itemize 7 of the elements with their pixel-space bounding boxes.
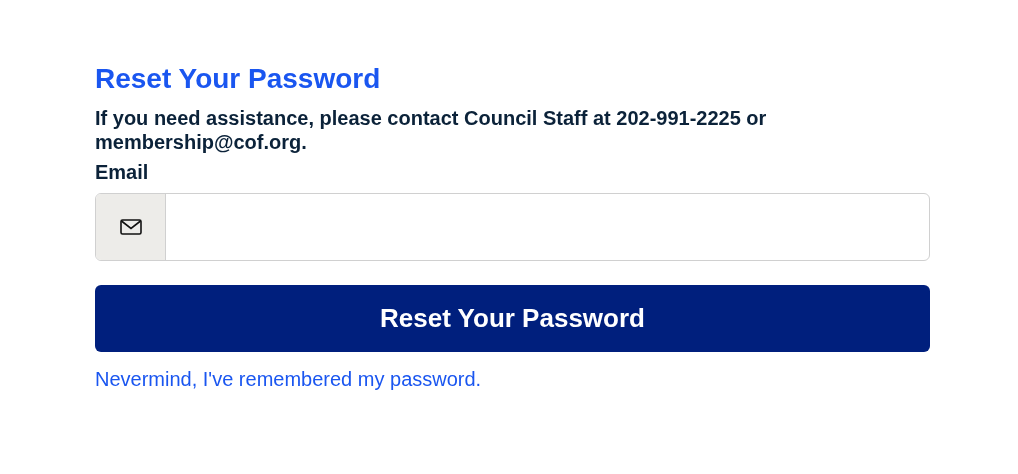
reset-password-button[interactable]: Reset Your Password bbox=[95, 285, 930, 352]
email-field[interactable] bbox=[95, 193, 930, 261]
envelope-icon bbox=[119, 219, 142, 235]
help-text: If you need assistance, please contact Council Staff at 202-991-2225 or membership@cof.org. bbox=[95, 106, 768, 154]
page-title: Reset Your Password bbox=[95, 62, 382, 96]
email-label: Email bbox=[95, 160, 150, 184]
back-link[interactable]: Nevermind, I've remembered my password. bbox=[95, 368, 482, 390]
